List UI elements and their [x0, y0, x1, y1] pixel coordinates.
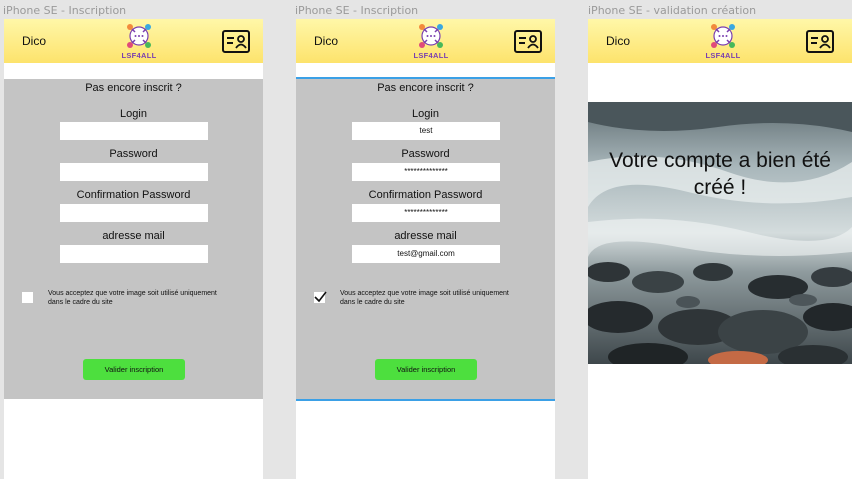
login-label: Login — [412, 108, 439, 120]
password-input[interactable] — [60, 163, 208, 181]
email-label: adresse mail — [102, 230, 165, 242]
background-photo: Votre compte a bien été créé ! — [588, 102, 852, 364]
submit-button[interactable]: Valider inscription — [83, 359, 185, 380]
email-label: adresse mail — [394, 230, 457, 242]
confirm-password-label: Confirmation Password — [368, 189, 483, 201]
check-icon — [314, 291, 327, 303]
consent-text: Vous acceptez que votre image soit utili… — [340, 290, 509, 306]
dico-menu-link[interactable]: Dico — [22, 34, 46, 48]
login-input[interactable]: test — [352, 122, 500, 140]
consent-checkbox[interactable] — [314, 291, 327, 303]
confirm-password-input[interactable]: ************** — [352, 204, 500, 222]
logo-text: LSF4ALL — [705, 51, 741, 60]
login-label: Login — [120, 108, 147, 120]
logo-icon — [711, 24, 735, 48]
signup-form: Pas encore inscrit ? Login Password Conf… — [4, 79, 263, 399]
seashore-rocks-image — [588, 102, 852, 364]
phone-frame-inscription-filled: Dico LSF4ALL Pas encore inscrit ? Login … — [296, 19, 555, 479]
consent-checkbox[interactable] — [22, 292, 33, 303]
frame-title: iPhone SE - Inscription — [3, 4, 127, 17]
consent-text: Vous acceptez que votre image soit utili… — [48, 290, 217, 306]
dico-menu-link[interactable]: Dico — [314, 34, 338, 48]
logo-icon — [419, 24, 443, 48]
app-header: Dico LSF4ALL — [4, 19, 263, 63]
form-title: Pas encore inscrit ? — [85, 82, 182, 94]
signup-form: Pas encore inscrit ? Login test Password… — [296, 77, 555, 401]
password-label: Password — [109, 148, 158, 160]
confirm-password-input[interactable] — [60, 204, 208, 222]
lsf4all-logo[interactable]: LSF4ALL — [411, 22, 451, 62]
frame-title: iPhone SE - validation création — [588, 4, 757, 17]
email-input[interactable] — [60, 245, 208, 263]
lsf4all-logo[interactable]: LSF4ALL — [703, 22, 743, 62]
phone-frame-validation: Dico LSF4ALL Votre compte a bien été cré… — [588, 19, 852, 479]
password-input[interactable]: ************** — [352, 163, 500, 181]
account-created-message: Votre compte a bien été créé ! — [609, 149, 831, 199]
submit-button[interactable]: Valider inscription — [375, 359, 477, 380]
app-header: Dico LSF4ALL — [296, 19, 555, 63]
dico-menu-link[interactable]: Dico — [606, 34, 630, 48]
id-card-icon[interactable] — [222, 30, 250, 53]
confirm-password-label: Confirmation Password — [76, 189, 191, 201]
form-title: Pas encore inscrit ? — [377, 82, 474, 94]
logo-icon — [127, 24, 151, 48]
id-card-icon[interactable] — [806, 30, 834, 53]
logo-text: LSF4ALL — [121, 51, 157, 60]
id-card-icon[interactable] — [514, 30, 542, 53]
login-input[interactable] — [60, 122, 208, 140]
phone-frame-inscription-empty: Dico LSF4ALL Pas encore inscrit ? Login … — [4, 19, 263, 479]
app-header: Dico LSF4ALL — [588, 19, 852, 63]
logo-text: LSF4ALL — [413, 51, 449, 60]
frame-title: iPhone SE - Inscription — [295, 4, 419, 17]
password-label: Password — [401, 148, 450, 160]
lsf4all-logo[interactable]: LSF4ALL — [119, 22, 159, 62]
email-input[interactable]: test@gmail.com — [352, 245, 500, 263]
